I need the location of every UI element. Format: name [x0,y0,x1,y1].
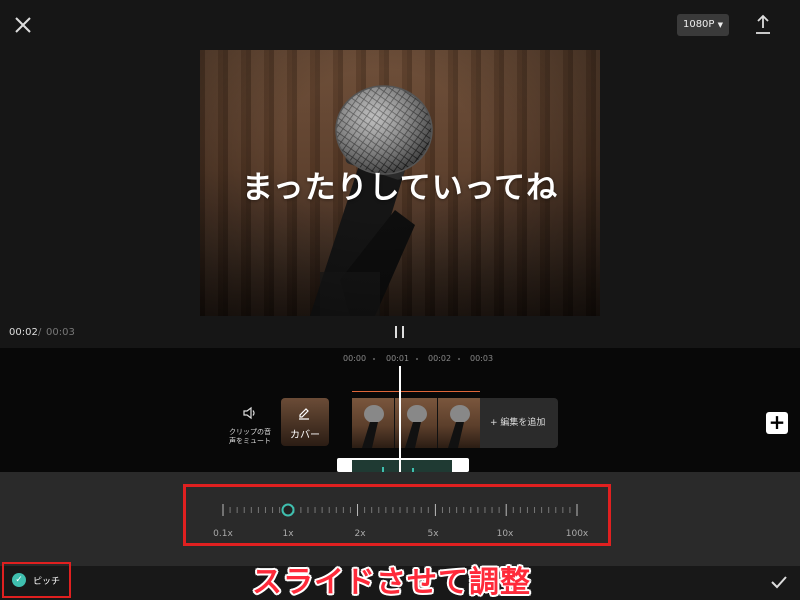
ruler-label: 00:00 [343,354,367,363]
speed-label: 0.1x [213,529,233,539]
mute-clip-audio-button[interactable]: クリップの音 声をミュート [228,405,272,447]
add-edit-button[interactable]: + 編集を追加 [480,398,558,448]
close-button[interactable] [12,14,34,36]
export-icon [756,14,770,34]
caret-down-icon: ▼ [717,21,724,29]
clip-frame [395,398,438,448]
audio-waveform [352,460,452,475]
ruler-label: 00:02 [428,354,452,363]
pitch-toggle[interactable]: ✓ ピッチ [2,562,71,598]
ruler-label: 00:01 [386,354,410,363]
close-icon [15,17,31,33]
speaker-icon [243,406,255,420]
speed-label: 10x [496,529,514,539]
mute-label-line2: 声をミュート [229,437,271,445]
playhead[interactable] [399,366,401,473]
ruler-label: 00:03 [470,354,494,363]
clip-frame [438,398,480,448]
pause-icon [395,326,404,338]
video-clip[interactable] [352,398,480,448]
confirm-button[interactable] [769,573,789,591]
speed-label: 5x [427,529,439,539]
total-time: 00:03 [46,327,75,338]
video-preview[interactable]: まったりしていってね [200,50,600,316]
current-time: 00:02 [9,327,38,338]
clip-frame [352,398,395,448]
ruler-dot [458,358,460,360]
ruler-dot [373,358,375,360]
pause-button[interactable] [393,324,407,340]
speed-label: 1x [282,529,294,539]
time-separator: / [38,327,42,338]
annotation-text: スライドさせて調整 [252,565,531,600]
ruler-dot [416,358,418,360]
resolution-dropdown[interactable]: 1080P ▼ [677,14,729,36]
clip-audio-line [352,391,480,392]
cover-button[interactable]: カバー [281,398,329,446]
mute-label-line1: クリップの音 [229,428,271,436]
pitch-label: ピッチ [33,577,61,587]
speed-label: 100x [565,529,589,539]
check-icon: ✓ [12,573,26,587]
export-button[interactable] [753,14,773,36]
add-clip-button[interactable]: + [766,412,788,434]
slider-ticks [222,504,578,516]
check-icon [771,576,787,589]
slider-knob[interactable] [281,503,295,517]
mute-label: クリップの音 声をミュート [228,428,272,446]
speed-label: 2x [354,529,366,539]
speed-slider[interactable] [215,498,585,522]
cover-label: カバー [290,430,320,441]
pencil-icon [299,408,309,420]
caption-text[interactable]: まったりしていってね [200,162,600,207]
resolution-value: 1080P [682,19,715,30]
